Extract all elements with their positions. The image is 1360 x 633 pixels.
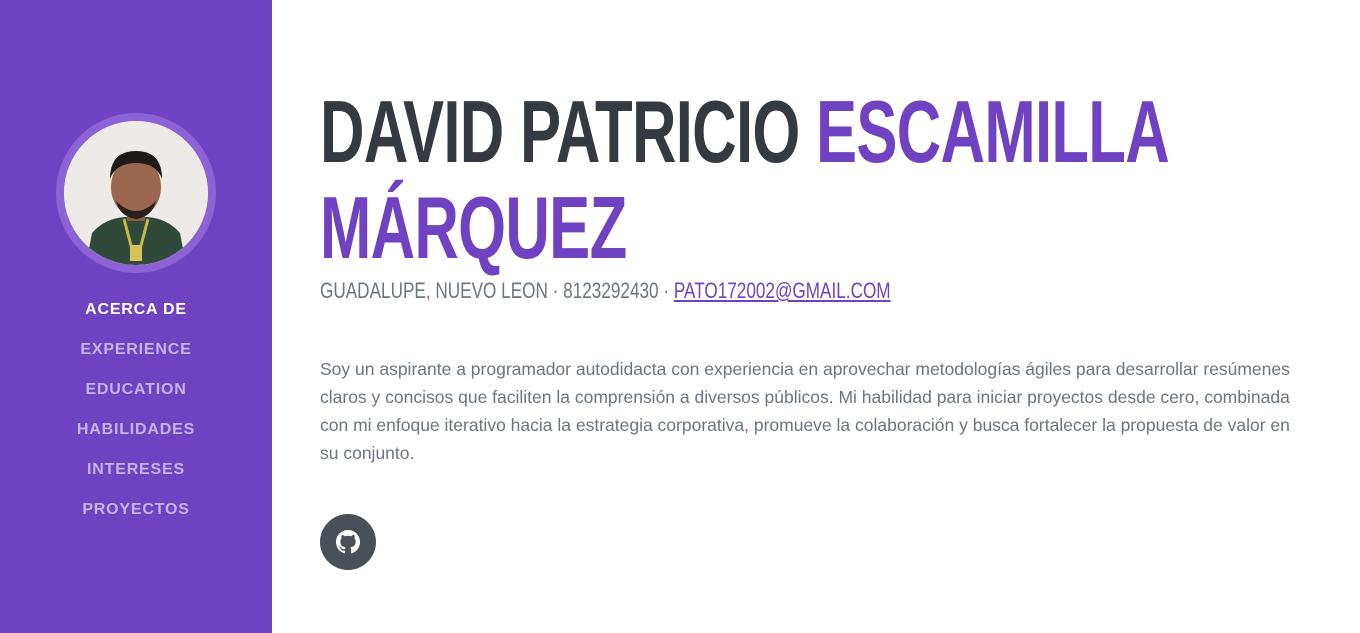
contact-info: GUADALUPE, NUEVO LEON · 8123292430 · PAT… — [320, 276, 1022, 306]
first-name: DAVID PATRICIO — [320, 82, 816, 181]
github-button[interactable] — [320, 514, 376, 570]
email-link[interactable]: PATO172002@GMAIL.COM — [674, 278, 891, 303]
profile-photo — [64, 121, 208, 265]
nav-item-intereses[interactable]: INTERESES — [0, 450, 272, 490]
nav-item-habilidades[interactable]: HABILIDADES — [0, 410, 272, 450]
bio-text: Soy un aspirante a programador autodidac… — [320, 359, 1290, 463]
location-phone: GUADALUPE, NUEVO LEON · 8123292430 · — [320, 278, 674, 303]
page-title: DAVID PATRICIO ESCAMILLA MÁRQUEZ — [320, 82, 1170, 277]
nav-item-experience[interactable]: EXPERIENCE — [0, 330, 272, 370]
nav-item-acerca-de[interactable]: ACERCA DE — [0, 290, 272, 330]
nav-item-proyectos[interactable]: PROYECTOS — [0, 490, 272, 530]
sidebar: ACERCA DE EXPERIENCE EDUCATION HABILIDAD… — [0, 0, 272, 633]
github-icon — [336, 530, 360, 554]
last-name-line1: ESCAMILLA — [815, 82, 1170, 181]
sidebar-nav: ACERCA DE EXPERIENCE EDUCATION HABILIDAD… — [0, 290, 272, 530]
last-name-line2: MÁRQUEZ — [320, 178, 627, 277]
avatar[interactable] — [56, 113, 216, 273]
nav-item-education[interactable]: EDUCATION — [0, 370, 272, 410]
